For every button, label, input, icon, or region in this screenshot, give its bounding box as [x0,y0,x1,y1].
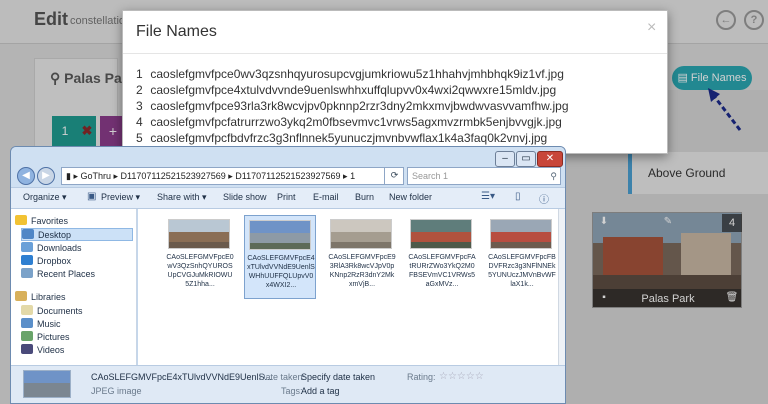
organize-button[interactable]: Organize ▾ [23,192,67,203]
address-bar[interactable]: ▮ ▸ GoThru ▸ D1170711252152392​7569 ▸ D1… [61,167,404,185]
nav-libraries[interactable]: Libraries [15,291,135,304]
nav-pictures[interactable]: Pictures [21,331,141,344]
pictures-icon [21,331,33,341]
window-close-icon[interactable]: ✕ [537,151,563,167]
navigation-pane: Favorites Desktop Downloads Dropbox Rece… [11,209,137,365]
nav-desktop[interactable]: Desktop [21,228,133,241]
tags-value[interactable]: Add a tag [301,386,340,396]
file-name-list: 1 caoslefgmvfpce0wv3qzsnhqyurosupcvgjumk… [136,66,569,146]
star-icon [15,215,27,225]
file-thumbnail[interactable]: CAoSLEFGMVFpcE93RlA3Rk8wcVJpV0pKNnp2RzR3… [326,215,398,299]
burn-button[interactable]: Burn [355,192,374,202]
explorer-toolbar: Organize ▾ ▣ Preview ▾ Share with ▾ Slid… [11,187,565,209]
search-input[interactable]: Search 1 ⚲ [407,167,561,185]
rating-label: Rating: [407,372,436,382]
file-thumbnail[interactable]: CAoSLEFGMVFpcFAtRURrZWo3YkQ2M0FBSEVmVC1V… [406,215,478,299]
recent-places-icon [21,268,33,278]
details-thumbnail [23,370,71,398]
details-type: JPEG image [91,386,142,396]
search-icon: ⚲ [550,171,557,181]
nav-dropbox[interactable]: Dropbox [21,255,141,268]
desktop-icon [22,229,34,239]
dropbox-icon [21,255,33,265]
file-thumbnail-selected[interactable]: CAoSLEFGMVFpcE4xTUlvdVVNdE9UenlSWHhUUFFQ… [244,215,316,299]
file-content-area: CAoSLEFGMVFpcE0wV3QzSnhQYUROSUpCVGJuMkRI… [138,209,565,365]
close-icon[interactable]: × [647,19,656,37]
documents-icon [21,305,33,315]
date-taken-value[interactable]: Specify date taken [301,372,375,382]
libraries-icon [15,291,27,301]
thumbnail-image [410,219,472,249]
email-button[interactable]: E-mail [313,192,339,202]
nav-favorites[interactable]: Favorites [15,215,135,228]
share-with-button[interactable]: Share with ▾ [157,192,207,203]
list-item: 1 caoslefgmvfpce0wv3qzsnhqyurosupcvgjumk… [136,67,564,81]
nav-downloads[interactable]: Downloads [21,242,141,255]
slide-show-button[interactable]: Slide show [223,192,267,202]
details-pane: CAoSLEFGMVFpcE4xTUlvdVVNdE9UenlS... JPEG… [11,365,565,403]
modal-title: File Names [136,23,217,40]
thumbnail-image [168,219,230,249]
tags-label: Tags: [281,386,303,396]
minimize-icon[interactable]: – [495,151,515,167]
list-item: 3 caoslefgmvfpce93rla3rk8wcvjpv0pknnp2rz… [136,99,569,113]
view-options-icon[interactable]: ☰▾ [481,191,495,202]
thumbnail-image [490,219,552,249]
preview-pane-icon[interactable]: ▯ [515,191,521,202]
explorer-titlebar: – ▭ ✕ ◀ ▶ ▮ ▸ GoThru ▸ D1170711252152392… [11,147,565,187]
help-circle-icon[interactable]: ⓘ [539,191,549,206]
list-item: 5 caoslefgmvfpcfbdvfrzc3g3nflnnek5yunucz… [136,131,548,145]
date-taken-label: Date taken: [259,372,306,382]
new-folder-button[interactable]: New folder [389,192,432,202]
downloads-icon [21,242,33,252]
file-thumbnail[interactable]: CAoSLEFGMVFpcFBDVFRzc3g3NFlNNEk5YUNUczJM… [486,215,558,299]
modal-divider [123,53,667,54]
vertical-scrollbar[interactable] [558,209,565,365]
nav-documents[interactable]: Documents [21,305,141,318]
file-names-modal: File Names × 1 caoslefgmvfpce0wv3qzsnhqy… [122,10,668,154]
nav-recent-places[interactable]: Recent Places [21,268,141,281]
thumbnail-image [249,220,311,250]
explorer-window: – ▭ ✕ ◀ ▶ ▮ ▸ GoThru ▸ D1170711252152392… [10,146,566,404]
music-icon [21,318,33,328]
list-item: 2 caoslefgmvfpce4xtulvdvvnde9uenlswhhxuf… [136,83,557,97]
forward-arrow-icon[interactable]: ▶ [37,167,55,185]
preview-button[interactable]: Preview ▾ [101,192,140,203]
back-arrow-icon[interactable]: ◀ [17,167,35,185]
nav-music[interactable]: Music [21,318,141,331]
refresh-icon[interactable]: ⟳ [384,167,404,185]
thumbnail-image [330,219,392,249]
preview-icon: ▣ [87,191,97,202]
list-item: 4 caoslefgmvfpcfatrurrzwo3ykq2m0fbsevmvc… [136,115,562,129]
details-filename: CAoSLEFGMVFpcE4xTUlvdVVNdE9UenlS... [91,372,273,382]
rating-stars[interactable]: ☆☆☆☆☆ [439,371,484,382]
print-button[interactable]: Print [277,192,296,202]
videos-icon [21,344,33,354]
file-thumbnail[interactable]: CAoSLEFGMVFpcE0wV3QzSnhQYUROSUpCVGJuMkRI… [164,215,236,299]
nav-videos[interactable]: Videos [21,344,141,357]
maximize-icon[interactable]: ▭ [516,151,536,167]
